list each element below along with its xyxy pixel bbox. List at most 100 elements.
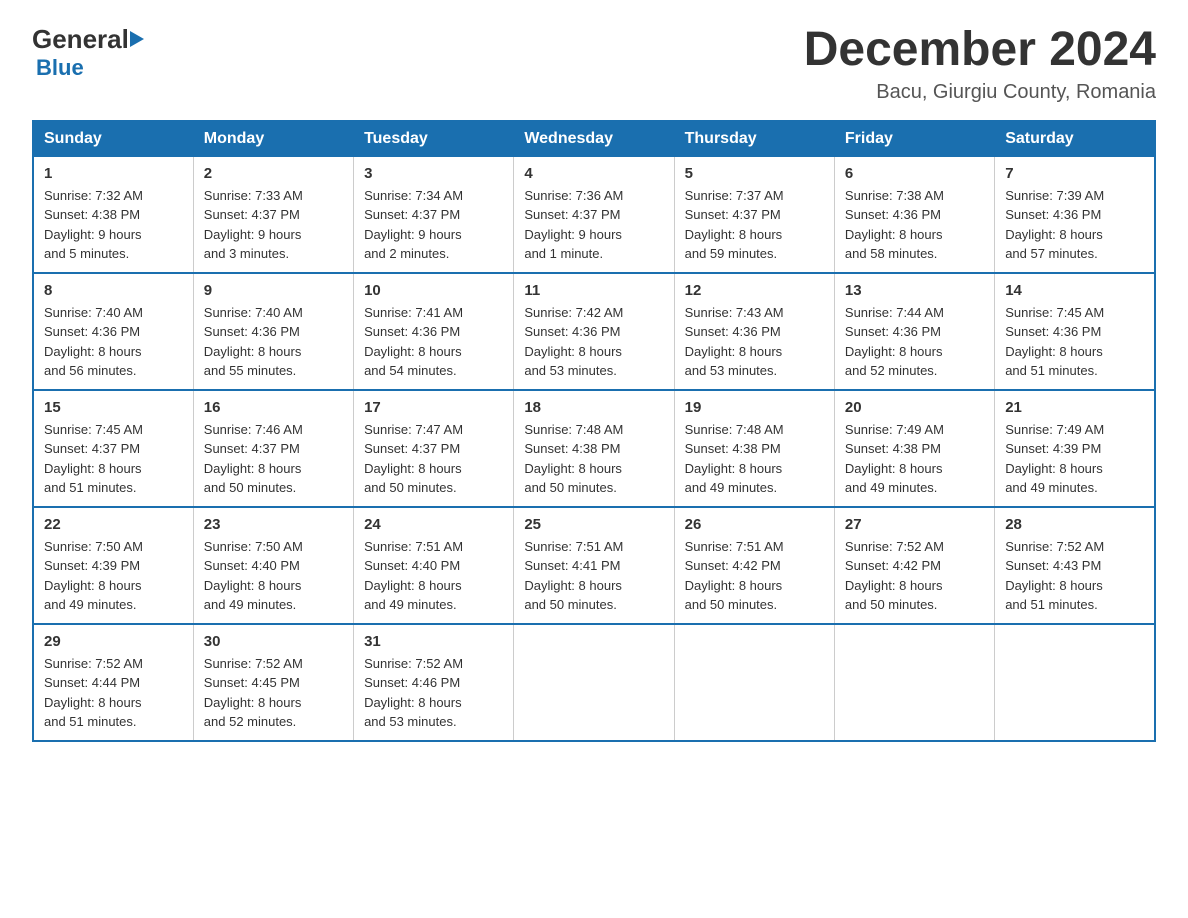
day-number: 19 bbox=[685, 399, 824, 416]
day-info: Sunrise: 7:33 AMSunset: 4:37 PMDaylight:… bbox=[204, 186, 343, 264]
calendar-week-5: 29Sunrise: 7:52 AMSunset: 4:44 PMDayligh… bbox=[33, 624, 1155, 741]
calendar-cell bbox=[514, 624, 674, 741]
day-number: 14 bbox=[1005, 282, 1144, 299]
page-header: General Blue December 2024 Bacu, Giurgiu… bbox=[32, 24, 1156, 104]
day-info: Sunrise: 7:52 AMSunset: 4:42 PMDaylight:… bbox=[845, 537, 984, 615]
day-info: Sunrise: 7:39 AMSunset: 4:36 PMDaylight:… bbox=[1005, 186, 1144, 264]
calendar-cell: 28Sunrise: 7:52 AMSunset: 4:43 PMDayligh… bbox=[995, 507, 1155, 624]
day-number: 28 bbox=[1005, 516, 1144, 533]
day-number: 21 bbox=[1005, 399, 1144, 416]
day-info: Sunrise: 7:45 AMSunset: 4:36 PMDaylight:… bbox=[1005, 303, 1144, 381]
logo-general-text: General bbox=[32, 24, 129, 55]
day-number: 5 bbox=[685, 165, 824, 182]
day-info: Sunrise: 7:44 AMSunset: 4:36 PMDaylight:… bbox=[845, 303, 984, 381]
day-number: 23 bbox=[204, 516, 343, 533]
day-number: 15 bbox=[44, 399, 183, 416]
day-info: Sunrise: 7:50 AMSunset: 4:39 PMDaylight:… bbox=[44, 537, 183, 615]
location-text: Bacu, Giurgiu County, Romania bbox=[804, 81, 1156, 104]
day-number: 29 bbox=[44, 633, 183, 650]
day-number: 26 bbox=[685, 516, 824, 533]
calendar-cell: 6 Sunrise: 7:38 AMSunset: 4:36 PMDaylight… bbox=[834, 156, 994, 273]
logo-blue-text: Blue bbox=[32, 55, 84, 81]
calendar-cell: 1 Sunrise: 7:32 AMSunset: 4:38 PMDaylight… bbox=[33, 156, 193, 273]
calendar-cell: 22 Sunrise: 7:50 AMSunset: 4:39 PMDayligh… bbox=[33, 507, 193, 624]
title-section: December 2024 Bacu, Giurgiu County, Roma… bbox=[804, 24, 1156, 104]
day-number: 7 bbox=[1005, 165, 1144, 182]
day-number: 1 bbox=[44, 165, 183, 182]
day-number: 24 bbox=[364, 516, 503, 533]
calendar-cell: 8 Sunrise: 7:40 AMSunset: 4:36 PMDaylight… bbox=[33, 273, 193, 390]
day-number: 4 bbox=[524, 165, 663, 182]
day-info: Sunrise: 7:52 AMSunset: 4:45 PMDaylight:… bbox=[204, 654, 343, 732]
day-info: Sunrise: 7:51 AMSunset: 4:42 PMDaylight:… bbox=[685, 537, 824, 615]
calendar-cell: 14 Sunrise: 7:45 AMSunset: 4:36 PMDayligh… bbox=[995, 273, 1155, 390]
day-info: Sunrise: 7:49 AMSunset: 4:38 PMDaylight:… bbox=[845, 420, 984, 498]
calendar-week-1: 1 Sunrise: 7:32 AMSunset: 4:38 PMDaylight… bbox=[33, 156, 1155, 273]
calendar-week-2: 8 Sunrise: 7:40 AMSunset: 4:36 PMDaylight… bbox=[33, 273, 1155, 390]
day-number: 3 bbox=[364, 165, 503, 182]
calendar-cell: 26 Sunrise: 7:51 AMSunset: 4:42 PMDayligh… bbox=[674, 507, 834, 624]
day-number: 8 bbox=[44, 282, 183, 299]
header-monday: Monday bbox=[193, 121, 353, 157]
day-info: Sunrise: 7:42 AMSunset: 4:36 PMDaylight:… bbox=[524, 303, 663, 381]
day-number: 22 bbox=[44, 516, 183, 533]
day-number: 9 bbox=[204, 282, 343, 299]
calendar-cell: 30 Sunrise: 7:52 AMSunset: 4:45 PMDayligh… bbox=[193, 624, 353, 741]
day-info: Sunrise: 7:34 AMSunset: 4:37 PMDaylight:… bbox=[364, 186, 503, 264]
day-info: Sunrise: 7:52 AMSunset: 4:46 PMDaylight:… bbox=[364, 654, 503, 732]
day-number: 12 bbox=[685, 282, 824, 299]
day-info: Sunrise: 7:48 AMSunset: 4:38 PMDaylight:… bbox=[685, 420, 824, 498]
day-number: 6 bbox=[845, 165, 984, 182]
day-number: 10 bbox=[364, 282, 503, 299]
day-info: Sunrise: 7:40 AMSunset: 4:36 PMDaylight:… bbox=[204, 303, 343, 381]
day-info: Sunrise: 7:38 AMSunset: 4:36 PMDaylight:… bbox=[845, 186, 984, 264]
calendar-cell: 19 Sunrise: 7:48 AMSunset: 4:38 PMDayligh… bbox=[674, 390, 834, 507]
day-number: 13 bbox=[845, 282, 984, 299]
calendar-cell: 5 Sunrise: 7:37 AMSunset: 4:37 PMDaylight… bbox=[674, 156, 834, 273]
logo: General Blue bbox=[32, 24, 145, 81]
day-number: 25 bbox=[524, 516, 663, 533]
calendar-cell: 7 Sunrise: 7:39 AMSunset: 4:36 PMDaylight… bbox=[995, 156, 1155, 273]
header-friday: Friday bbox=[834, 121, 994, 157]
logo-arrow-icon bbox=[130, 31, 144, 47]
day-number: 30 bbox=[204, 633, 343, 650]
calendar-cell: 27 Sunrise: 7:52 AMSunset: 4:42 PMDayligh… bbox=[834, 507, 994, 624]
calendar-cell: 13 Sunrise: 7:44 AMSunset: 4:36 PMDayligh… bbox=[834, 273, 994, 390]
calendar-cell: 17 Sunrise: 7:47 AMSunset: 4:37 PMDayligh… bbox=[354, 390, 514, 507]
day-number: 31 bbox=[364, 633, 503, 650]
day-number: 17 bbox=[364, 399, 503, 416]
calendar-cell: 10Sunrise: 7:41 AMSunset: 4:36 PMDayligh… bbox=[354, 273, 514, 390]
day-info: Sunrise: 7:49 AMSunset: 4:39 PMDaylight:… bbox=[1005, 420, 1144, 498]
day-info: Sunrise: 7:40 AMSunset: 4:36 PMDaylight:… bbox=[44, 303, 183, 381]
calendar-cell: 24Sunrise: 7:51 AMSunset: 4:40 PMDayligh… bbox=[354, 507, 514, 624]
calendar-week-4: 22 Sunrise: 7:50 AMSunset: 4:39 PMDayligh… bbox=[33, 507, 1155, 624]
day-info: Sunrise: 7:47 AMSunset: 4:37 PMDaylight:… bbox=[364, 420, 503, 498]
day-number: 18 bbox=[524, 399, 663, 416]
day-number: 20 bbox=[845, 399, 984, 416]
day-info: Sunrise: 7:37 AMSunset: 4:37 PMDaylight:… bbox=[685, 186, 824, 264]
day-info: Sunrise: 7:36 AMSunset: 4:37 PMDaylight:… bbox=[524, 186, 663, 264]
calendar-cell: 4 Sunrise: 7:36 AMSunset: 4:37 PMDaylight… bbox=[514, 156, 674, 273]
calendar-cell bbox=[834, 624, 994, 741]
calendar-cell: 29Sunrise: 7:52 AMSunset: 4:44 PMDayligh… bbox=[33, 624, 193, 741]
month-title: December 2024 bbox=[804, 24, 1156, 77]
calendar-cell: 3 Sunrise: 7:34 AMSunset: 4:37 PMDaylight… bbox=[354, 156, 514, 273]
calendar-cell: 15Sunrise: 7:45 AMSunset: 4:37 PMDayligh… bbox=[33, 390, 193, 507]
calendar-cell: 2 Sunrise: 7:33 AMSunset: 4:37 PMDaylight… bbox=[193, 156, 353, 273]
day-number: 11 bbox=[524, 282, 663, 299]
calendar-cell: 23Sunrise: 7:50 AMSunset: 4:40 PMDayligh… bbox=[193, 507, 353, 624]
header-sunday: Sunday bbox=[33, 121, 193, 157]
header-wednesday: Wednesday bbox=[514, 121, 674, 157]
day-info: Sunrise: 7:51 AMSunset: 4:41 PMDaylight:… bbox=[524, 537, 663, 615]
calendar-cell: 31 Sunrise: 7:52 AMSunset: 4:46 PMDayligh… bbox=[354, 624, 514, 741]
calendar-cell bbox=[674, 624, 834, 741]
day-number: 27 bbox=[845, 516, 984, 533]
calendar-cell: 20 Sunrise: 7:49 AMSunset: 4:38 PMDayligh… bbox=[834, 390, 994, 507]
day-number: 2 bbox=[204, 165, 343, 182]
day-info: Sunrise: 7:32 AMSunset: 4:38 PMDaylight:… bbox=[44, 186, 183, 264]
calendar-cell: 16Sunrise: 7:46 AMSunset: 4:37 PMDayligh… bbox=[193, 390, 353, 507]
day-info: Sunrise: 7:46 AMSunset: 4:37 PMDaylight:… bbox=[204, 420, 343, 498]
calendar-table: SundayMondayTuesdayWednesdayThursdayFrid… bbox=[32, 120, 1156, 742]
calendar-cell: 12Sunrise: 7:43 AMSunset: 4:36 PMDayligh… bbox=[674, 273, 834, 390]
calendar-cell: 21 Sunrise: 7:49 AMSunset: 4:39 PMDayligh… bbox=[995, 390, 1155, 507]
